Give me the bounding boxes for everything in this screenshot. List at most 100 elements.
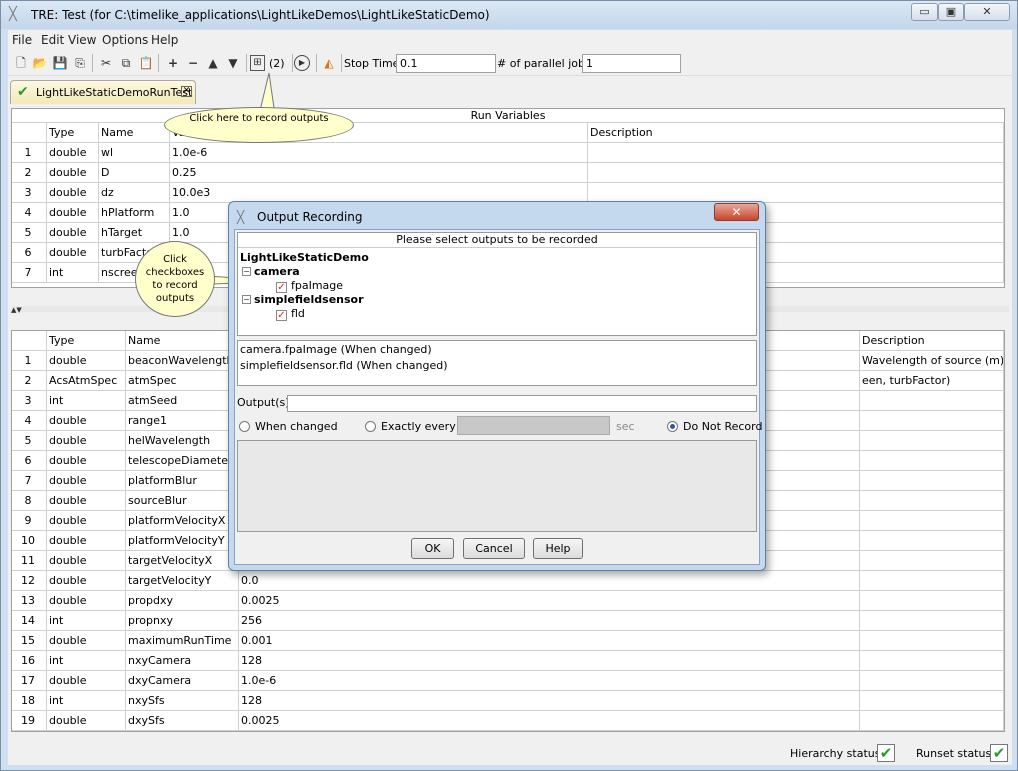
close-button[interactable]: ✕ <box>964 3 1010 21</box>
table-cell[interactable]: double <box>47 551 126 571</box>
table-cell[interactable] <box>860 691 1004 711</box>
table-cell[interactable]: targetVelocityY <box>126 571 239 591</box>
table-cell[interactable]: double <box>47 491 126 511</box>
menu-file[interactable]: File <box>12 33 32 47</box>
interval-input[interactable] <box>457 416 610 435</box>
table-cell[interactable]: 256 <box>239 611 860 631</box>
menu-help[interactable]: Help <box>151 33 178 47</box>
table-cell[interactable]: platformVelocityX <box>126 511 239 531</box>
radio-do-not-record[interactable]: Do Not Record <box>667 420 762 433</box>
table-cell[interactable]: helWavelength <box>126 431 239 451</box>
table-cell[interactable]: propdxy <box>126 591 239 611</box>
tab-close-icon[interactable]: ✕ <box>181 86 192 97</box>
column-header[interactable]: Name <box>126 331 239 351</box>
table-cell[interactable] <box>588 183 1004 203</box>
table-cell[interactable]: platformBlur <box>126 471 239 491</box>
tree-node-camera[interactable]: − camera <box>242 265 300 278</box>
table-cell[interactable] <box>860 431 1004 451</box>
column-header[interactable] <box>12 331 47 351</box>
table-cell[interactable]: int <box>47 611 126 631</box>
table-cell[interactable] <box>860 471 1004 491</box>
table-cell[interactable]: sourceBlur <box>126 491 239 511</box>
table-cell[interactable] <box>860 671 1004 691</box>
radio-when-changed[interactable]: When changed <box>239 420 338 433</box>
stop-time-input[interactable] <box>396 54 496 73</box>
table-cell[interactable]: 128 <box>239 691 860 711</box>
table-cell[interactable]: 128 <box>239 651 860 671</box>
table-cell[interactable]: double <box>47 451 126 471</box>
table-cell[interactable] <box>860 491 1004 511</box>
table-cell[interactable] <box>860 611 1004 631</box>
column-header[interactable]: Description <box>860 331 1004 351</box>
table-cell[interactable]: D <box>99 163 170 183</box>
tree-root[interactable]: LightLikeStaticDemo <box>240 251 369 264</box>
table-cell[interactable]: double <box>47 511 126 531</box>
table-cell[interactable]: double <box>47 471 126 491</box>
column-header[interactable]: Type <box>47 123 99 143</box>
table-cell[interactable]: int <box>47 651 126 671</box>
table-cell[interactable]: 10.0e3 <box>170 183 588 203</box>
save-icon[interactable]: 💾 <box>51 54 69 72</box>
tree-node-simplefieldsensor[interactable]: − simplefieldsensor <box>242 293 364 306</box>
table-cell[interactable] <box>860 591 1004 611</box>
table-cell[interactable]: atmSpec <box>126 371 239 391</box>
table-cell[interactable]: Wavelength of source (m) <box>860 351 1004 371</box>
run-icon[interactable]: ▶ <box>294 55 310 71</box>
table-cell[interactable] <box>860 451 1004 471</box>
open-folder-icon[interactable]: 📂 <box>31 54 49 72</box>
table-cell[interactable] <box>588 143 1004 163</box>
tree-leaf-fpaimage[interactable]: ✓ fpaImage <box>276 279 343 293</box>
menu-edit[interactable]: Edit <box>41 33 64 47</box>
minimize-button[interactable]: ▭ <box>911 3 938 21</box>
table-cell[interactable]: double <box>47 351 126 371</box>
table-cell[interactable] <box>588 163 1004 183</box>
help-button[interactable]: Help <box>533 538 583 559</box>
column-header[interactable]: Description <box>588 123 1004 143</box>
collapse-icon[interactable]: − <box>242 267 251 276</box>
table-cell[interactable]: double <box>47 243 99 263</box>
table-cell[interactable]: hPlatform <box>99 203 170 223</box>
table-cell[interactable]: targetVelocityX <box>126 551 239 571</box>
table-cell[interactable]: double <box>47 711 126 731</box>
new-file-icon[interactable]: 🗋 <box>12 54 30 72</box>
table-cell[interactable]: double <box>47 411 126 431</box>
table-cell[interactable]: propnxy <box>126 611 239 631</box>
record-outputs-icon[interactable]: ⊞ <box>250 55 265 71</box>
checkbox-checked-icon[interactable]: ✓ <box>276 310 287 321</box>
table-cell[interactable]: dxySfs <box>126 711 239 731</box>
table-cell[interactable]: 0.0025 <box>239 591 860 611</box>
table-cell[interactable]: telescopeDiameter <box>126 451 239 471</box>
table-cell[interactable]: nxySfs <box>126 691 239 711</box>
paste-icon[interactable]: 📋 <box>137 54 155 72</box>
table-cell[interactable] <box>860 551 1004 571</box>
copy-icon[interactable]: ⧉ <box>117 54 135 72</box>
collapse-icon[interactable]: − <box>242 295 251 304</box>
table-cell[interactable]: dz <box>99 183 170 203</box>
table-cell[interactable]: range1 <box>126 411 239 431</box>
remove-icon[interactable]: − <box>184 54 202 72</box>
table-cell[interactable]: 1.0e-6 <box>239 671 860 691</box>
table-cell[interactable]: double <box>47 203 99 223</box>
column-header[interactable]: Name <box>99 123 170 143</box>
tab-run-test[interactable]: ✔ LightLikeStaticDemoRunTest ✕ <box>10 80 196 104</box>
parallel-jobs-input[interactable] <box>582 54 681 73</box>
table-cell[interactable] <box>860 711 1004 731</box>
table-cell[interactable]: AcsAtmSpec <box>47 371 126 391</box>
dialog-close-button[interactable]: ✕ <box>714 203 759 221</box>
table-cell[interactable]: double <box>47 143 99 163</box>
save-all-icon[interactable]: ⎘ <box>71 54 89 72</box>
table-cell[interactable] <box>860 651 1004 671</box>
table-cell[interactable]: 0.001 <box>239 631 860 651</box>
table-cell[interactable]: double <box>47 671 126 691</box>
cut-icon[interactable]: ✂ <box>97 54 115 72</box>
table-cell[interactable]: een, turbFactor) <box>860 371 1004 391</box>
table-cell[interactable]: platformVelocityY <box>126 531 239 551</box>
column-header[interactable] <box>12 123 47 143</box>
table-cell[interactable]: wl <box>99 143 170 163</box>
table-cell[interactable]: double <box>47 631 126 651</box>
radio-selected-icon[interactable] <box>667 421 678 432</box>
radio-icon[interactable] <box>239 421 250 432</box>
maximize-button[interactable]: ▣ <box>938 3 964 21</box>
table-cell[interactable]: 1.0e-6 <box>170 143 588 163</box>
checkbox-checked-icon[interactable]: ✓ <box>276 282 287 293</box>
